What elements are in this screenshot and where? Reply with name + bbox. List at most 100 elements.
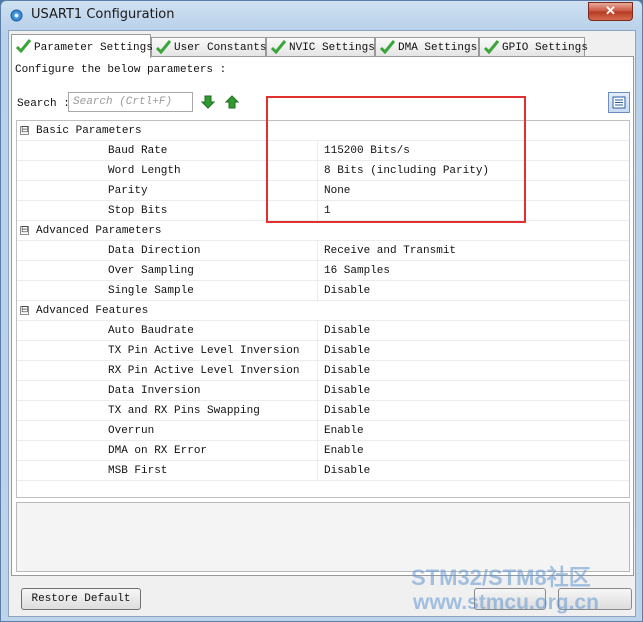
group-advanced-features[interactable]: ⊟ Advanced Features <box>17 301 629 321</box>
tab-user-constants[interactable]: User Constants <box>151 37 266 57</box>
group-basic-parameters[interactable]: ⊟ Basic Parameters <box>17 121 629 141</box>
column-divider <box>317 441 318 461</box>
param-name: Stop Bits <box>108 205 168 217</box>
ok-button[interactable] <box>474 588 546 610</box>
param-name: TX and RX Pins Swapping <box>108 405 260 417</box>
param-value[interactable]: 8 Bits (including Parity) <box>324 165 489 177</box>
group-advanced-parameters[interactable]: ⊟ Advanced Parameters <box>17 221 629 241</box>
tab-label: NVIC Settings <box>289 42 375 54</box>
param-value[interactable]: Disable <box>324 465 370 477</box>
param-value[interactable]: Disable <box>324 385 370 397</box>
check-icon <box>155 40 172 55</box>
param-value[interactable]: Receive and Transmit <box>324 245 456 257</box>
column-divider <box>317 161 318 181</box>
tab-dma-settings[interactable]: DMA Settings <box>375 37 479 57</box>
group-label: Advanced Features <box>36 305 149 317</box>
param-name: MSB First <box>108 465 168 477</box>
param-row-tx-pin-inversion[interactable]: TX Pin Active Level Inversion Disable <box>17 341 629 361</box>
param-row-overrun[interactable]: Overrun Enable <box>17 421 629 441</box>
param-row-parity[interactable]: Parity None <box>17 181 629 201</box>
param-row-msb-first[interactable]: MSB First Disable <box>17 461 629 481</box>
param-name: RX Pin Active Level Inversion <box>108 365 300 377</box>
window-title: USART1 Configuration <box>31 7 175 22</box>
instruction-text: Configure the below parameters : <box>15 64 227 76</box>
tab-label: Parameter Settings <box>34 42 153 54</box>
parameter-description-box <box>16 502 630 572</box>
search-label: Search : <box>17 98 70 110</box>
group-label: Basic Parameters <box>36 125 142 137</box>
column-divider <box>317 341 318 361</box>
cancel-button[interactable] <box>558 588 632 610</box>
param-value[interactable]: Disable <box>324 365 370 377</box>
column-divider <box>317 141 318 161</box>
collapse-icon[interactable]: ⊟ <box>20 306 29 315</box>
param-value[interactable]: None <box>324 185 350 197</box>
param-value[interactable]: Enable <box>324 425 364 437</box>
param-value[interactable]: Enable <box>324 445 364 457</box>
close-button[interactable]: ✕ <box>588 2 633 21</box>
param-value[interactable]: Disable <box>324 325 370 337</box>
param-value[interactable]: Disable <box>324 285 370 297</box>
list-view-toggle-button[interactable] <box>608 92 630 113</box>
title-bar[interactable]: USART1 Configuration ✕ <box>1 1 642 31</box>
tab-gpio-settings[interactable]: GPIO Settings <box>479 37 588 57</box>
param-name: Auto Baudrate <box>108 325 194 337</box>
param-name: Baud Rate <box>108 145 168 157</box>
column-divider <box>317 461 318 481</box>
param-row-single-sample[interactable]: Single Sample Disable <box>17 281 629 301</box>
param-value[interactable]: 115200 Bits/s <box>324 145 410 157</box>
tab-nvic-settings[interactable]: NVIC Settings <box>266 37 375 57</box>
group-label: Advanced Parameters <box>36 225 162 237</box>
param-row-data-direction[interactable]: Data Direction Receive and Transmit <box>17 241 629 261</box>
param-name: Word Length <box>108 165 181 177</box>
tab-label: GPIO Settings <box>502 42 588 54</box>
param-name: Over Sampling <box>108 265 194 277</box>
param-row-word-length[interactable]: Word Length 8 Bits (including Parity) <box>17 161 629 181</box>
param-name: DMA on RX Error <box>108 445 208 457</box>
list-view-icon <box>612 96 626 109</box>
param-row-auto-baudrate[interactable]: Auto Baudrate Disable <box>17 321 629 341</box>
parameter-tree: ⊟ Basic Parameters Baud Rate 115200 Bits… <box>16 120 630 498</box>
param-value[interactable]: Disable <box>324 405 370 417</box>
tab-label: DMA Settings <box>398 42 478 54</box>
parameter-settings-panel: Configure the below parameters : Search … <box>11 56 634 576</box>
column-divider <box>317 421 318 441</box>
collapse-icon[interactable]: ⊟ <box>20 226 29 235</box>
column-divider <box>317 381 318 401</box>
arrow-up-icon[interactable] <box>224 94 240 110</box>
column-divider <box>317 201 318 221</box>
search-input[interactable] <box>68 92 193 112</box>
param-row-stop-bits[interactable]: Stop Bits 1 <box>17 201 629 221</box>
check-icon <box>379 40 396 55</box>
param-value[interactable]: 16 Samples <box>324 265 390 277</box>
param-name: TX Pin Active Level Inversion <box>108 345 300 357</box>
tab-strip: Parameter Settings User Constants NVIC S… <box>11 34 635 58</box>
app-gear-icon <box>10 9 23 22</box>
param-row-rx-pin-inversion[interactable]: RX Pin Active Level Inversion Disable <box>17 361 629 381</box>
column-divider <box>317 321 318 341</box>
check-icon <box>15 39 32 54</box>
usart1-config-window: USART1 Configuration ✕ Parameter Setting… <box>0 0 643 622</box>
arrow-down-icon[interactable] <box>200 94 216 110</box>
param-name: Parity <box>108 185 148 197</box>
column-divider <box>317 401 318 421</box>
param-row-pins-swapping[interactable]: TX and RX Pins Swapping Disable <box>17 401 629 421</box>
param-row-baud-rate[interactable]: Baud Rate 115200 Bits/s <box>17 141 629 161</box>
param-value[interactable]: 1 <box>324 205 331 217</box>
column-divider <box>317 181 318 201</box>
restore-default-button[interactable]: Restore Default <box>21 588 141 610</box>
column-divider <box>317 241 318 261</box>
check-icon <box>270 40 287 55</box>
check-icon <box>483 40 500 55</box>
column-divider <box>317 281 318 301</box>
tab-label: User Constants <box>174 42 267 54</box>
tab-parameter-settings[interactable]: Parameter Settings <box>11 34 153 58</box>
param-name: Single Sample <box>108 285 194 297</box>
param-row-data-inversion[interactable]: Data Inversion Disable <box>17 381 629 401</box>
collapse-icon[interactable]: ⊟ <box>20 126 29 135</box>
param-row-dma-on-rx-error[interactable]: DMA on RX Error Enable <box>17 441 629 461</box>
param-name: Overrun <box>108 425 155 437</box>
column-divider <box>317 261 318 281</box>
param-value[interactable]: Disable <box>324 345 370 357</box>
param-row-over-sampling[interactable]: Over Sampling 16 Samples <box>17 261 629 281</box>
